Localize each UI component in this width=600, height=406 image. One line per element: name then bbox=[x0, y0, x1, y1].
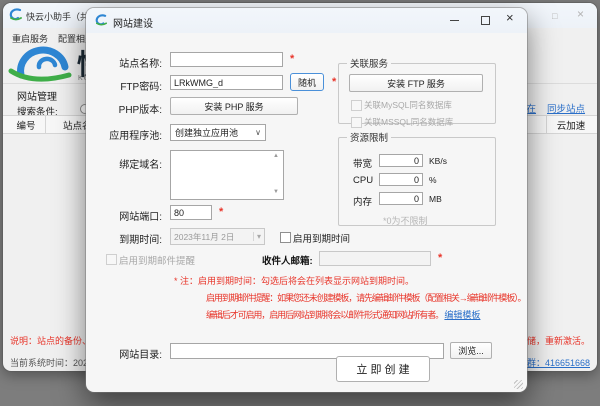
bandwidth-unit: KB/s bbox=[429, 156, 447, 166]
app-icon bbox=[9, 8, 23, 22]
app-pool-selected-value: 创建独立应用池 bbox=[175, 126, 238, 139]
random-password-button[interactable]: 随机 bbox=[290, 73, 324, 91]
maximize-icon[interactable] bbox=[481, 16, 490, 25]
dialog-app-icon bbox=[95, 14, 108, 27]
mysql-checkbox-label: 关联MySQL同名数据库 bbox=[364, 99, 452, 111]
minimize-icon[interactable] bbox=[450, 20, 459, 21]
note-line-3-text: 编辑后才可启用，启用后网站到期将会以邮件形式通知网站所有者。 bbox=[206, 310, 443, 320]
bandwidth-input[interactable] bbox=[379, 154, 423, 167]
dialog-titlebar[interactable]: 网站建设 × bbox=[86, 8, 527, 33]
cpu-unit: % bbox=[429, 175, 437, 185]
php-version-label: PHP版本: bbox=[86, 101, 162, 116]
close-icon[interactable]: × bbox=[506, 12, 514, 24]
site-create-dialog: 网站建设 × 站点名称: * FTP密码: 随机 * PHP版本: 安装 PHP… bbox=[86, 8, 527, 392]
resource-limits-legend: 资源限制 bbox=[347, 130, 391, 144]
cpu-input[interactable] bbox=[379, 173, 423, 186]
associated-services-group: 关联服务 安装 FTP 服务 关联MySQL同名数据库 关联MSSQL同名数据库 bbox=[338, 56, 496, 124]
enable-mail-reminder-checkbox[interactable] bbox=[106, 254, 117, 265]
install-php-button[interactable]: 安装 PHP 服务 bbox=[170, 97, 298, 115]
scroll-down-icon[interactable]: ▼ bbox=[273, 189, 279, 195]
chevron-down-icon: ∨ bbox=[255, 128, 261, 137]
expire-date-label: 到期时间: bbox=[86, 231, 162, 246]
enable-expire-label: 启用到期时间 bbox=[293, 231, 350, 245]
required-mark: * bbox=[219, 206, 223, 218]
main-window-title: 快云小助手（共 bbox=[26, 10, 89, 23]
edit-template-link[interactable]: 编辑模板 bbox=[444, 310, 480, 320]
site-port-label: 网站端口: bbox=[86, 208, 162, 223]
cpu-label: CPU bbox=[353, 175, 373, 186]
mysql-checkbox[interactable] bbox=[351, 100, 362, 111]
memory-input[interactable] bbox=[379, 192, 423, 205]
bind-domain-label: 绑定域名: bbox=[86, 156, 162, 171]
associated-services-legend: 关联服务 bbox=[347, 56, 391, 70]
required-mark: * bbox=[438, 252, 442, 264]
desktop: 快云小助手（共 □ × 重启服务 配置相关 快 KU 网站管理 搜索条件: 存在… bbox=[0, 0, 600, 406]
note-line-3: 编辑后才可启用，启用后网站到期将会以邮件形式通知网站所有者。 编辑模板 bbox=[206, 308, 480, 321]
app-pool-label: 应用程序池: bbox=[86, 127, 162, 142]
expire-date-value: 2023年11月 2日 bbox=[174, 231, 234, 243]
sync-site-link[interactable]: 同步站点 bbox=[547, 101, 585, 115]
zero-unlimited-hint: *0为不限制 bbox=[383, 214, 428, 227]
enable-expire-checkbox[interactable] bbox=[280, 232, 291, 243]
expire-date-picker[interactable]: 2023年11月 2日 ▾ bbox=[170, 228, 265, 245]
site-name-input[interactable] bbox=[170, 52, 283, 67]
footer-note-right: 存储，重新激活。 bbox=[518, 334, 590, 347]
note-line-2: 启用到期邮件提醒：如果您还未创建模板，请先编辑邮件模板（配置相关→编辑邮件模板）… bbox=[206, 291, 525, 304]
ftp-password-label: FTP密码: bbox=[86, 78, 162, 93]
scroll-up-icon[interactable]: ▲ bbox=[273, 153, 279, 159]
mssql-checkbox[interactable] bbox=[351, 117, 362, 128]
app-pool-select[interactable]: 创建独立应用池 ∨ bbox=[170, 124, 266, 141]
recipient-email-label: 收件人邮箱: bbox=[262, 253, 313, 267]
bandwidth-label: 带宽 bbox=[353, 156, 372, 170]
site-name-label: 站点名称: bbox=[86, 55, 162, 70]
system-time-label: 当前系统时间：202 bbox=[10, 356, 88, 369]
main-close-icon[interactable]: × bbox=[577, 8, 584, 20]
column-header-number[interactable]: 编号 bbox=[7, 116, 46, 133]
kuaiyun-logo-icon bbox=[7, 41, 81, 83]
mssql-checkbox-label: 关联MSSQL同名数据库 bbox=[364, 116, 453, 128]
required-mark: * bbox=[290, 53, 294, 65]
create-now-button[interactable]: 立 即 创 建 bbox=[336, 356, 430, 382]
required-mark: * bbox=[332, 76, 336, 88]
main-maximize-icon[interactable]: □ bbox=[552, 10, 557, 22]
resize-grip-icon[interactable] bbox=[514, 380, 523, 389]
recipient-email-input[interactable] bbox=[319, 251, 431, 266]
calendar-dropdown-icon: ▾ bbox=[253, 232, 261, 241]
enable-mail-reminder-label: 启用到期邮件提醒 bbox=[119, 253, 195, 267]
footer-note-left: 说明：站点的备份、 bbox=[10, 334, 91, 347]
column-header-cloud-accel[interactable]: 云加速 bbox=[546, 116, 595, 133]
dialog-title: 网站建设 bbox=[113, 15, 153, 30]
memory-unit: MB bbox=[429, 194, 442, 204]
note-line-1: * 注：启用到期时间：勾选后将会在列表显示网站到期时间。 bbox=[174, 274, 414, 287]
resource-limits-group: 资源限制 带宽 KB/s CPU % 内存 MB *0为不限制 bbox=[338, 130, 496, 226]
bind-domain-textarea[interactable] bbox=[170, 150, 284, 200]
install-ftp-button[interactable]: 安装 FTP 服务 bbox=[349, 74, 483, 92]
memory-label: 内存 bbox=[353, 194, 372, 208]
site-port-input[interactable] bbox=[170, 205, 212, 220]
nav-tab-site-management[interactable]: 网站管理 bbox=[17, 88, 57, 103]
ftp-password-input[interactable] bbox=[170, 75, 283, 90]
site-directory-label: 网站目录: bbox=[86, 346, 162, 361]
browse-button[interactable]: 浏览... bbox=[450, 342, 492, 359]
